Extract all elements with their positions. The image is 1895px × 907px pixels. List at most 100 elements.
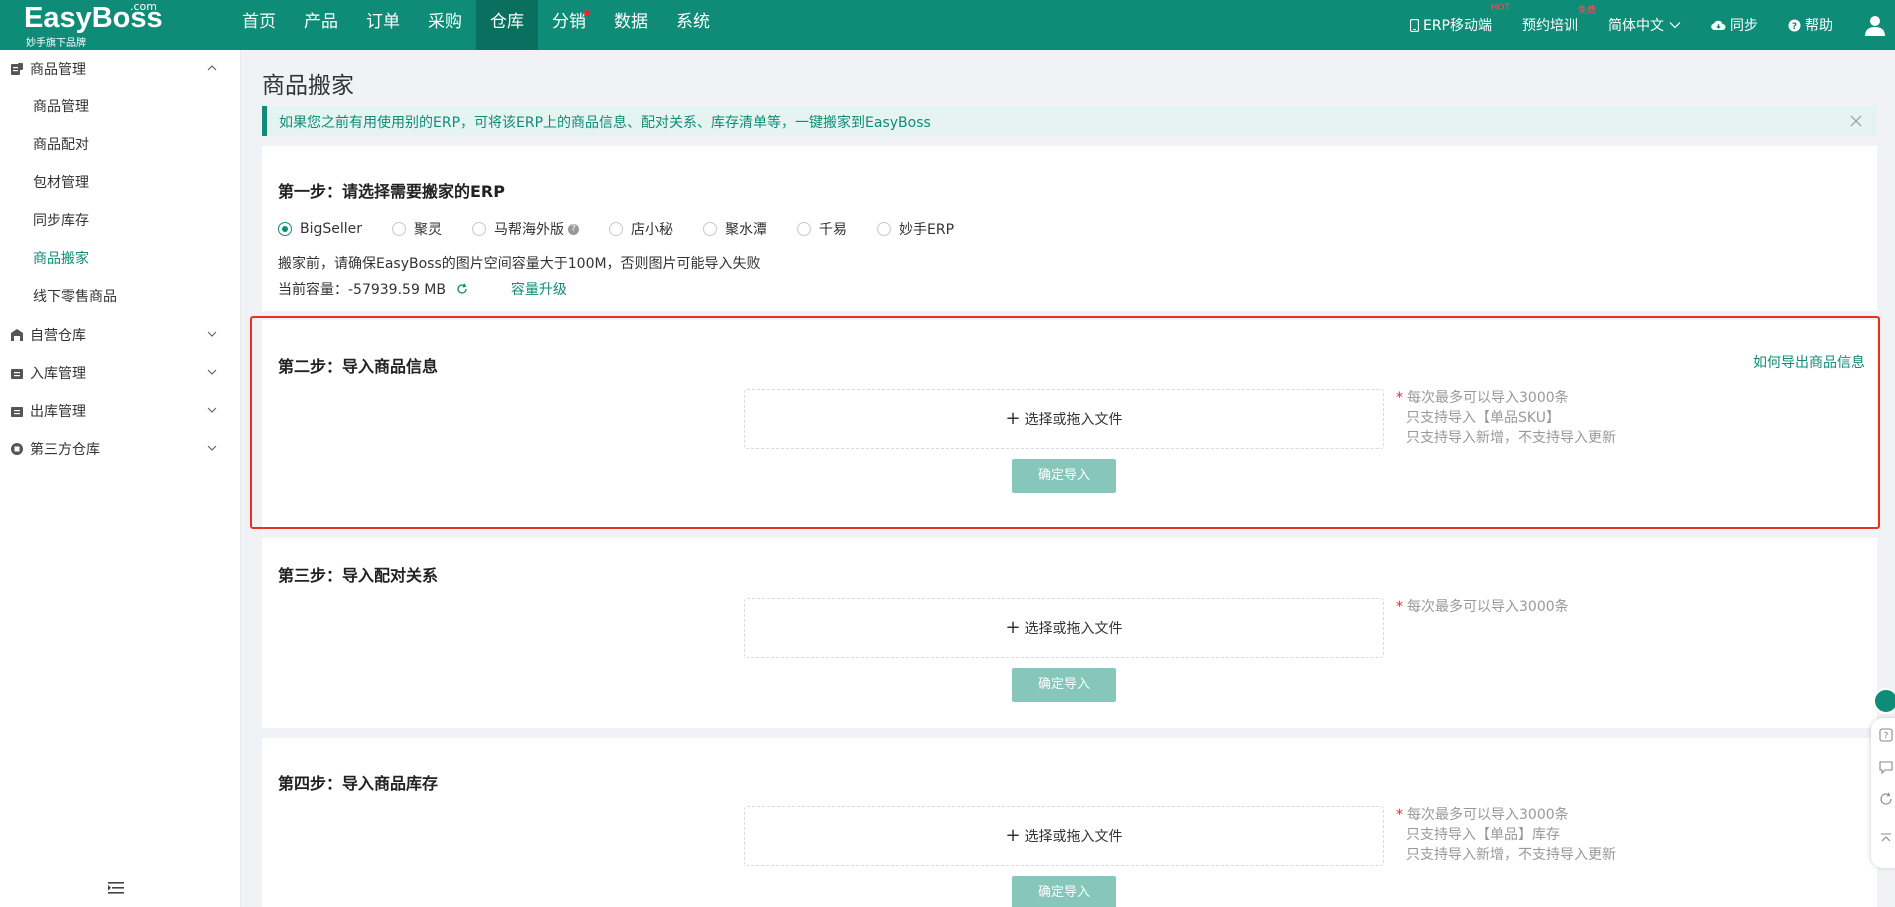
radio-dianxiaomi[interactable]: 店小秘: [609, 219, 673, 239]
step4-confirm-button[interactable]: 确定导入: [1012, 876, 1116, 907]
main-nav: 首页 产品 订单 采购 仓库 分销 数据 系统: [228, 0, 724, 50]
user-avatar-icon[interactable]: [1863, 13, 1887, 37]
sidebar-group-own-warehouse[interactable]: 自营仓库: [0, 316, 240, 354]
radio-juling[interactable]: 聚灵: [392, 219, 442, 239]
nav-purchase[interactable]: 采购: [414, 0, 476, 50]
step3-hints: * 每次最多可以导入3000条: [1396, 597, 1569, 617]
sidebar-item-goods-pairing[interactable]: 商品配对: [0, 126, 240, 164]
goods-icon: [11, 63, 23, 75]
radio-bigseller[interactable]: BigSeller: [278, 221, 362, 237]
step4-hints: * 每次最多可以导入3000条 只支持导入【单品】库存 只支持导入新增，不支持导入…: [1396, 805, 1616, 865]
nav-label: 仓库: [490, 12, 524, 32]
step3-title: 第三步：导入配对关系: [278, 566, 439, 585]
nav-products[interactable]: 产品: [290, 0, 352, 50]
sidebar-group-label: 商品管理: [30, 62, 86, 78]
close-icon[interactable]: [1849, 114, 1863, 128]
erp-mobile-link[interactable]: ERP移动端 HOT: [1409, 3, 1510, 35]
question-circle-icon[interactable]: ?: [568, 223, 580, 235]
nav-distribution[interactable]: 分销: [538, 0, 600, 50]
radio-label: 店小秘: [631, 222, 674, 238]
radio-label: 聚灵: [414, 222, 443, 238]
radio-circle: [609, 222, 624, 236]
sidebar-group-third-party[interactable]: 第三方仓库: [0, 430, 240, 468]
floating-toolbar: ?: [1871, 688, 1895, 868]
plus-icon: +: [1005, 408, 1021, 429]
sidebar-item-sync-stock[interactable]: 同步库存: [0, 202, 240, 240]
sidebar-group-goods[interactable]: 商品管理: [0, 50, 240, 88]
radio-mabang[interactable]: 马帮海外版?: [472, 219, 580, 239]
refresh-icon[interactable]: [1879, 792, 1893, 806]
radio-circle: [392, 222, 407, 236]
capacity-note: 搬家前，请确保EasyBoss的图片空间容量大于100M，否则图片可能导入失败: [278, 256, 761, 272]
upgrade-capacity-link[interactable]: 容量升级: [511, 282, 567, 298]
nav-system[interactable]: 系统: [662, 0, 724, 50]
step4-dropzone[interactable]: + 选择或拖入文件: [744, 806, 1384, 866]
sidebar-group-label: 自营仓库: [30, 328, 86, 344]
refresh-icon[interactable]: [456, 283, 468, 295]
sidebar-group-outbound[interactable]: 出库管理: [0, 392, 240, 430]
radio-qianyi[interactable]: 千易: [797, 219, 847, 239]
chevron-down-icon: [207, 445, 217, 451]
radio-label: BigSeller: [300, 221, 363, 237]
help-doc-icon[interactable]: ?: [1879, 728, 1893, 742]
hint-text: 只支持导入新增，不支持导入更新: [1406, 847, 1616, 863]
language-select[interactable]: 简体中文: [1608, 15, 1681, 35]
step4-title: 第四步：导入商品库存: [278, 774, 439, 793]
plus-icon: +: [1005, 825, 1021, 846]
capacity-row: 当前容量：-57939.59 MB 容量升级: [278, 279, 567, 299]
chevron-down-icon: [1669, 22, 1681, 29]
hint-text: 只支持导入【单品】库存: [1406, 827, 1560, 843]
help-label: 帮助: [1805, 18, 1833, 34]
sidebar-item-goods-migration[interactable]: 商品搬家: [0, 240, 240, 278]
sidebar-group-label: 出库管理: [30, 404, 86, 420]
collapse-menu-icon[interactable]: [108, 881, 124, 895]
nav-home[interactable]: 首页: [228, 0, 290, 50]
required-star: *: [1396, 807, 1403, 823]
chevron-up-icon: [207, 65, 217, 71]
step2-dropzone[interactable]: + 选择或拖入文件: [744, 389, 1384, 449]
step1-card: 第一步：请选择需要搬家的ERP BigSeller 聚灵 马帮海外版? 店小秘 …: [262, 146, 1877, 311]
sidebar-group-label: 第三方仓库: [30, 442, 100, 458]
radio-circle: [278, 222, 292, 236]
back-to-top-icon[interactable]: [1879, 832, 1893, 846]
sync-button[interactable]: 同步: [1711, 15, 1758, 35]
erp-mobile-label: ERP移动端: [1422, 18, 1492, 34]
training-link[interactable]: 预约培训 免费: [1522, 6, 1596, 35]
nav-data[interactable]: 数据: [600, 0, 662, 50]
feedback-icon[interactable]: [1879, 760, 1893, 774]
sidebar-item-goods-management[interactable]: 商品管理: [0, 88, 240, 126]
phone-icon: [1409, 18, 1419, 32]
how-to-export-link[interactable]: 如何导出商品信息: [1753, 352, 1865, 372]
nav-warehouse[interactable]: 仓库: [476, 0, 538, 50]
plus-icon: +: [1005, 617, 1021, 638]
dropzone-label: 选择或拖入文件: [1024, 412, 1123, 428]
brand-logo[interactable]: EasyBoss .com 妙手旗下品牌: [24, 0, 174, 50]
radio-jushuitan[interactable]: 聚水潭: [703, 219, 767, 239]
chevron-down-icon: [207, 331, 217, 337]
erp-radio-group: BigSeller 聚灵 马帮海外版? 店小秘 聚水潭 千易 妙手ERP: [278, 219, 984, 239]
radio-miaoshou[interactable]: 妙手ERP: [877, 219, 954, 239]
hint-text: 只支持导入【单品SKU】: [1406, 410, 1560, 426]
language-label: 简体中文: [1608, 18, 1664, 34]
step3-confirm-button[interactable]: 确定导入: [1012, 668, 1116, 702]
radio-label: 马帮海外版: [494, 222, 565, 238]
sidebar-group-inbound[interactable]: 入库管理: [0, 354, 240, 392]
help-button[interactable]: ? 帮助: [1788, 15, 1833, 35]
sidebar-item-packaging[interactable]: 包材管理: [0, 164, 240, 202]
support-avatar-icon[interactable]: [1873, 688, 1895, 714]
brand-com: .com: [130, 0, 157, 13]
step3-dropzone[interactable]: + 选择或拖入文件: [744, 598, 1384, 658]
svg-text:?: ?: [1792, 22, 1797, 32]
step4-card: 第四步：导入商品库存 + 选择或拖入文件 确定导入 * 每次最多可以导入3000条…: [262, 738, 1877, 907]
dropzone-label: 选择或拖入文件: [1024, 621, 1123, 637]
nav-label: 首页: [242, 12, 276, 32]
main-content: 商品搬家 如果您之前有用使用别的ERP，可将该ERP上的商品信息、配对关系、库存…: [241, 50, 1895, 907]
notification-dot: [584, 10, 590, 16]
step2-confirm-button[interactable]: 确定导入: [1012, 459, 1116, 493]
chevron-down-icon: [207, 407, 217, 413]
hint-text: 每次最多可以导入3000条: [1407, 599, 1569, 615]
brand-tagline: 妙手旗下品牌: [26, 38, 86, 49]
sidebar-item-offline-retail[interactable]: 线下零售商品: [0, 278, 240, 316]
nav-orders[interactable]: 订单: [352, 0, 414, 50]
capacity-label: 当前容量：: [278, 282, 348, 298]
